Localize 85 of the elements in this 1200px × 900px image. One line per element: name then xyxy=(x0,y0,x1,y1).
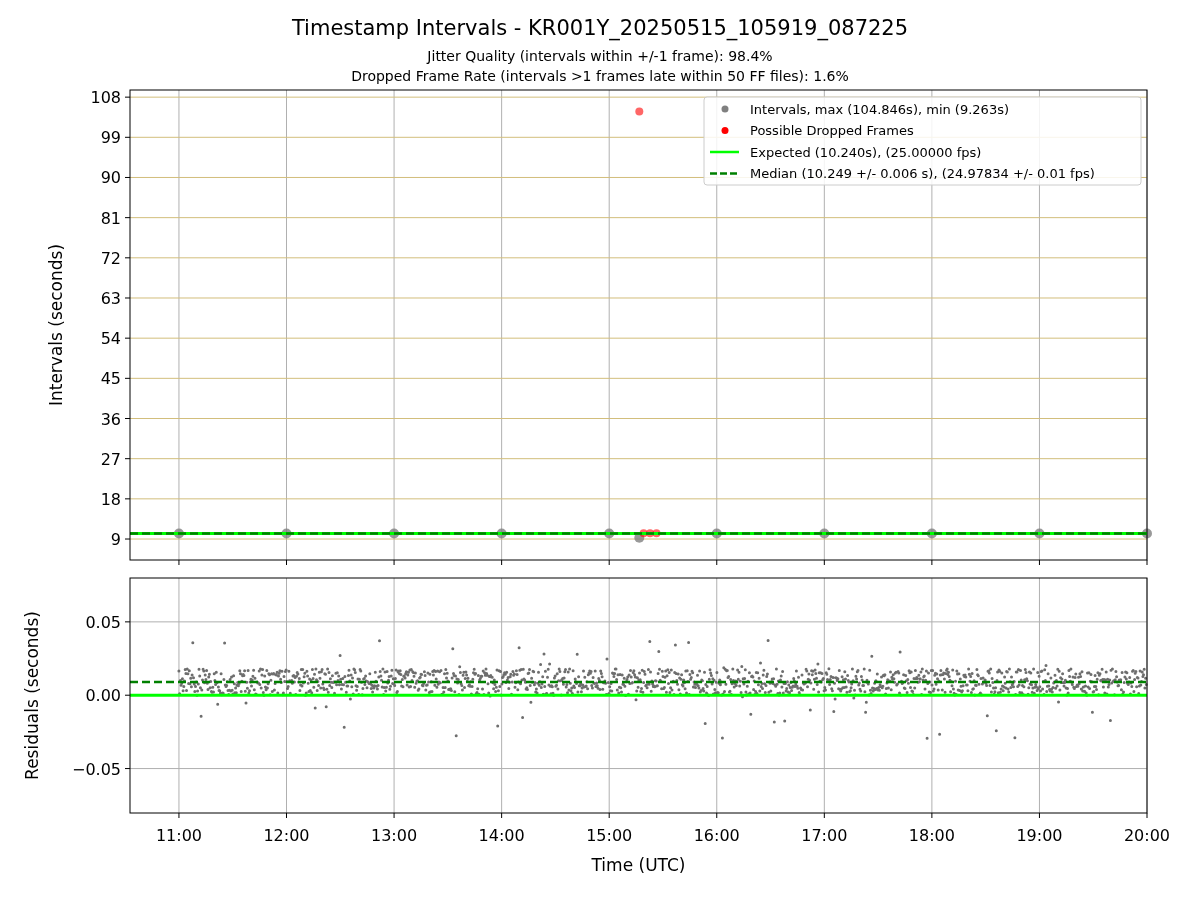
tick-mark xyxy=(931,812,933,819)
tick-mark xyxy=(124,621,131,623)
tick-mark xyxy=(393,559,395,565)
tick-mark xyxy=(393,812,395,819)
x-tick-label: 16:00 xyxy=(693,826,740,845)
tick-mark xyxy=(1038,559,1040,565)
chart-subtitle: Jitter Quality (intervals within +/-1 frame): 98.4% xyxy=(427,47,773,66)
interval-point xyxy=(604,528,615,539)
tick-mark xyxy=(501,812,503,819)
tick-mark xyxy=(124,177,131,178)
tick-mark xyxy=(608,812,610,819)
interval-point xyxy=(173,528,184,539)
tick-mark xyxy=(716,559,718,565)
chart-title: Timestamp Intervals - KR001Y_20250515_105919_087225 xyxy=(291,15,909,42)
tick-mark xyxy=(124,337,131,339)
tick-mark xyxy=(178,812,180,819)
interval-point xyxy=(496,528,507,539)
x-tick-label: 12:00 xyxy=(263,826,310,845)
y-tick-label: 0.05 xyxy=(85,612,121,632)
legend-label: Median (10.249 +/- 0.006 s), (24.97834 +/- 0.01 fps) xyxy=(750,166,1095,181)
tick-mark xyxy=(124,136,131,138)
legend-label: Intervals, max (104.846s), min (9.263s) xyxy=(750,101,1009,117)
y-tick-label: 99 xyxy=(100,128,121,148)
x-tick-label: 13:00 xyxy=(371,826,418,845)
x-tick-label: 17:00 xyxy=(801,826,848,845)
tick-mark xyxy=(716,812,718,819)
y-tick-label: 90 xyxy=(100,168,121,188)
tick-mark xyxy=(823,812,825,819)
y-tick-label: 81 xyxy=(100,208,121,228)
tick-mark xyxy=(124,694,131,696)
x-tick-label: 15:00 xyxy=(586,826,633,845)
tick-mark xyxy=(608,559,610,565)
tick-mark xyxy=(124,498,131,500)
legend-label: Expected (10.240s), (25.00000 fps) xyxy=(750,144,982,160)
y-tick-label: 45 xyxy=(100,369,121,389)
interval-point xyxy=(711,528,722,539)
y-tick-label: 63 xyxy=(100,289,121,308)
interval-point xyxy=(634,532,645,543)
y-tick-label: 108 xyxy=(90,88,121,108)
interval-point xyxy=(819,528,830,539)
tick-mark xyxy=(1146,812,1148,819)
y-tick-label: 18 xyxy=(100,489,121,509)
x-axis-label: Time (UTC) xyxy=(591,855,686,875)
tick-mark xyxy=(823,559,825,565)
interval-point xyxy=(281,528,292,539)
x-tick-label: 14:00 xyxy=(478,826,525,845)
y-tick-label: 54 xyxy=(100,329,121,349)
tick-mark xyxy=(178,559,180,565)
tick-mark xyxy=(124,217,131,219)
x-tick-label: 20:00 xyxy=(1123,826,1171,845)
y-tick-label: 36 xyxy=(100,409,121,429)
tick-mark xyxy=(931,559,933,565)
tick-mark xyxy=(1146,559,1148,565)
chart-subtitle: Dropped Frame Rate (intervals >1 frames late within 50 FF files): 1.6% xyxy=(351,67,849,86)
tick-mark xyxy=(124,377,131,379)
tick-mark xyxy=(124,297,131,299)
dropped-frame-point xyxy=(635,107,644,116)
y-tick-label: 9 xyxy=(110,530,121,549)
tick-mark xyxy=(124,538,131,540)
x-tick-label: 19:00 xyxy=(1016,826,1063,845)
y-tick-label: 27 xyxy=(100,449,121,469)
tick-mark xyxy=(124,96,131,98)
tick-mark xyxy=(124,768,131,770)
y-axis-label: Intervals (seconds) xyxy=(46,243,66,407)
tick-mark xyxy=(501,559,503,565)
dropped-frame-point xyxy=(652,529,661,538)
tick-mark xyxy=(124,418,131,419)
x-tick-label: 18:00 xyxy=(908,826,955,845)
interval-point xyxy=(1034,528,1045,539)
tick-mark xyxy=(286,559,287,565)
tick-mark xyxy=(124,257,131,259)
tick-mark xyxy=(124,458,131,460)
interval-point xyxy=(389,528,400,539)
tick-mark xyxy=(286,812,287,819)
interval-point xyxy=(926,528,937,539)
y-tick-label: 0.00 xyxy=(85,686,121,706)
dropped-frame-point xyxy=(646,529,655,538)
y-axis-label: Residuals (seconds) xyxy=(22,611,42,780)
x-tick-label: 11:00 xyxy=(155,826,202,845)
y-tick-label: −0.05 xyxy=(71,759,121,779)
y-tick-label: 72 xyxy=(100,248,121,268)
dropped-frame-point xyxy=(639,529,648,538)
interval-point xyxy=(1142,528,1152,539)
legend-label: Possible Dropped Frames xyxy=(750,123,914,138)
tick-mark xyxy=(1038,812,1040,819)
